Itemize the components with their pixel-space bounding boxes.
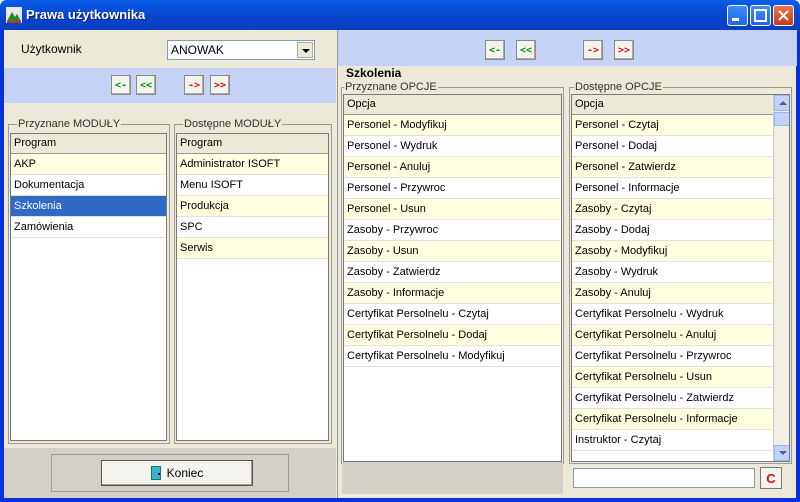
modules-pane: Użytkownik ANOWAK <- << -> >> Przyznane …: [4, 30, 336, 498]
maximize-icon: [754, 9, 767, 22]
close-app-label: Koniec: [166, 466, 204, 480]
window: Prawa użytkownika Użytkownik ANOWAK <- <…: [0, 0, 800, 502]
client-area: Użytkownik ANOWAK <- << -> >> Przyznane …: [4, 30, 797, 498]
remove-module-button[interactable]: <-: [111, 75, 131, 95]
close-button[interactable]: [773, 5, 794, 26]
option-row[interactable]: Certyfikat Persolnelu - Zatwierdz: [572, 388, 773, 409]
option-row[interactable]: Personel - Modyfikuj: [344, 115, 561, 136]
option-row[interactable]: Personel - Usun: [344, 199, 561, 220]
option-row[interactable]: Personel - Zatwierdz: [572, 157, 773, 178]
option-row[interactable]: Personel - Przywroc: [344, 178, 561, 199]
clear-filter-button[interactable]: C: [760, 467, 782, 489]
option-search-input[interactable]: [573, 468, 755, 488]
option-row[interactable]: Zasoby - Anuluj: [572, 283, 773, 304]
module-row[interactable]: Zamówienia: [11, 217, 166, 238]
section-title: Szkolenia: [346, 66, 402, 80]
close-icon: [778, 10, 789, 21]
assigned-options-title: Przyznane OPCJE: [344, 81, 438, 93]
available-modules-title: Dostępne MODUŁY: [183, 118, 283, 130]
minimize-button[interactable]: [727, 5, 748, 26]
maximize-button[interactable]: [750, 5, 771, 26]
available-modules-rows: Administrator ISOFT Menu ISOFT Produkcja SP…: [177, 154, 328, 259]
option-row[interactable]: Zasoby - Informacje: [344, 283, 561, 304]
modules-toolbar: <- << -> >>: [4, 68, 336, 103]
available-options-grid[interactable]: Opcja Personel - Czytaj Personel - Dodaj P…: [571, 94, 790, 462]
option-row[interactable]: Certyfikat Persolnelu - Usun: [572, 367, 773, 388]
available-options-title: Dostępne OPCJE: [574, 81, 663, 93]
window-title: Prawa użytkownika: [26, 7, 146, 22]
option-row[interactable]: Personel - Anuluj: [344, 157, 561, 178]
remove-all-modules-button[interactable]: <<: [136, 75, 156, 95]
scroll-up-icon[interactable]: [774, 95, 789, 111]
option-row[interactable]: Personel - Wydruk: [344, 136, 561, 157]
option-row[interactable]: Zasoby - Modyfikuj: [572, 241, 773, 262]
assigned-modules-title: Przyznane MODUŁY: [17, 118, 122, 130]
available-options-rows: Personel - Czytaj Personel - Dodaj Persone…: [572, 115, 773, 451]
option-row[interactable]: Personel - Dodaj: [572, 136, 773, 157]
add-module-button[interactable]: ->: [184, 75, 204, 95]
module-row[interactable]: Administrator ISOFT: [177, 154, 328, 175]
option-row[interactable]: Zasoby - Dodaj: [572, 220, 773, 241]
assigned-options-grid[interactable]: Opcja Personel - Modyfikuj Personel - Wyd…: [343, 94, 562, 462]
option-row[interactable]: Certyfikat Persolnelu - Przywroc: [572, 346, 773, 367]
option-row[interactable]: Personel - Czytaj: [572, 115, 773, 136]
option-row[interactable]: Certyfikat Persolnelu - Informacje: [572, 409, 773, 430]
assigned-modules-grid[interactable]: Program AKP Dokumentacja Szkolenia Zamówien…: [10, 133, 167, 441]
module-row[interactable]: Produkcja: [177, 196, 328, 217]
assigned-options-rows: Personel - Modyfikuj Personel - Wydruk Per…: [344, 115, 561, 367]
option-row[interactable]: Certyfikat Persolnelu - Modyfikuj: [344, 346, 561, 367]
option-row[interactable]: Instruktor - Czytaj: [572, 430, 773, 451]
remove-all-options-button[interactable]: <<: [516, 40, 536, 60]
remove-option-button[interactable]: <-: [485, 40, 505, 60]
option-row[interactable]: Certyfikat Persolnelu - Wydruk: [572, 304, 773, 325]
chevron-down-icon[interactable]: [297, 42, 313, 58]
user-select[interactable]: ANOWAK: [167, 40, 315, 60]
module-row[interactable]: SPC: [177, 217, 328, 238]
option-row[interactable]: Zasoby - Wydruk: [572, 262, 773, 283]
available-modules-grid[interactable]: Program Administrator ISOFT Menu ISOFT Pro…: [176, 133, 329, 441]
add-all-options-button[interactable]: >>: [614, 40, 634, 60]
option-row[interactable]: Zasoby - Zatwierdz: [344, 262, 561, 283]
assigned-modules-rows: AKP Dokumentacja Szkolenia Zamówienia: [11, 154, 166, 238]
module-row[interactable]: Menu ISOFT: [177, 175, 328, 196]
module-row[interactable]: Szkolenia: [11, 196, 166, 217]
module-row[interactable]: AKP: [11, 154, 166, 175]
column-header[interactable]: Program: [177, 134, 328, 154]
scroll-thumb[interactable]: [774, 112, 789, 126]
option-row[interactable]: Zasoby - Usun: [344, 241, 561, 262]
options-toolbar: <- << -> >>: [338, 30, 797, 66]
door-icon: [150, 466, 161, 480]
assigned-options-footer: [342, 462, 563, 494]
module-row[interactable]: Serwis: [177, 238, 328, 259]
title-bar[interactable]: Prawa użytkownika: [0, 0, 800, 30]
option-row[interactable]: Certyfikat Persolnelu - Czytaj: [344, 304, 561, 325]
option-row[interactable]: Personel - Informacje: [572, 178, 773, 199]
column-header[interactable]: Program: [11, 134, 166, 154]
add-option-button[interactable]: ->: [583, 40, 603, 60]
options-scrollbar[interactable]: [773, 95, 789, 461]
options-pane: <- << -> >> Szkolenia Przyznane OPCJE Op…: [337, 30, 797, 498]
close-app-button[interactable]: Koniec: [101, 460, 253, 486]
app-icon: [6, 7, 22, 23]
add-all-modules-button[interactable]: >>: [210, 75, 230, 95]
user-select-value: ANOWAK: [171, 43, 224, 57]
scroll-down-icon[interactable]: [774, 445, 789, 461]
option-row[interactable]: Certyfikat Persolnelu - Dodaj: [344, 325, 561, 346]
option-row[interactable]: Zasoby - Przywroc: [344, 220, 561, 241]
module-row[interactable]: Dokumentacja: [11, 175, 166, 196]
option-row[interactable]: Certyfikat Persolnelu - Anuluj: [572, 325, 773, 346]
option-row[interactable]: Zasoby - Czytaj: [572, 199, 773, 220]
user-label: Użytkownik: [21, 42, 82, 56]
minimize-icon: [732, 18, 739, 21]
column-header[interactable]: Opcja: [572, 95, 773, 115]
column-header[interactable]: Opcja: [344, 95, 561, 115]
